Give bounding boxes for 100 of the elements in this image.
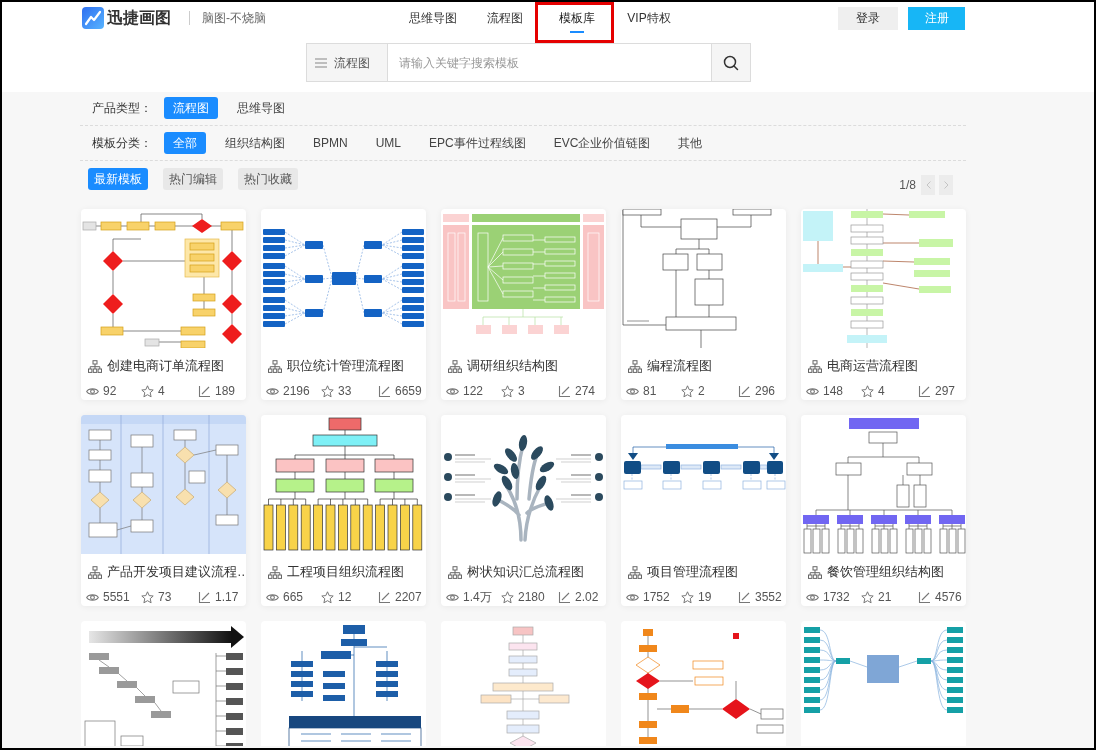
view-count: 1732: [823, 590, 850, 604]
favorite-count: 2180: [518, 590, 545, 604]
nav-tab[interactable]: 模板库: [559, 2, 595, 34]
sitemap-icon: [88, 359, 102, 373]
chevron-left-icon: [925, 181, 931, 189]
use-count: 1.17: [215, 590, 239, 604]
filter-label: 模板分类：: [92, 135, 153, 152]
chevron-right-icon: [943, 181, 949, 189]
filter-chip[interactable]: BPMN: [304, 132, 357, 154]
search-button[interactable]: [711, 43, 751, 82]
trend-icon: [198, 384, 211, 398]
template-card[interactable]: 树状知识汇总流程图 1.4万 2180 2.02: [441, 415, 606, 606]
view-count: 5551: [103, 590, 130, 604]
template-card[interactable]: 编程流程图 81 2 296: [621, 209, 786, 400]
favorite-count: 4: [878, 384, 885, 398]
star-icon: [141, 384, 154, 398]
view-count: 122: [463, 384, 484, 398]
menu-icon: [315, 57, 327, 68]
view-count: 81: [643, 384, 657, 398]
nav-tab[interactable]: VIP特权: [627, 2, 671, 34]
sort-tab[interactable]: 热门收藏: [238, 168, 298, 190]
sitemap-icon: [88, 565, 102, 579]
sitemap-icon: [808, 359, 822, 373]
sitemap-icon: [448, 359, 462, 373]
sitemap-icon: [268, 359, 282, 373]
view-count: 1752: [643, 590, 670, 604]
use-count: 4576: [935, 590, 962, 604]
template-card[interactable]: 项目管理流程图 1752 19 3552: [621, 415, 786, 606]
template-card[interactable]: 工程项目组织流程图 665 12 2207: [261, 415, 426, 606]
sitemap-icon: [808, 565, 822, 579]
use-count: 189: [215, 384, 236, 398]
favorite-count: 21: [878, 590, 892, 604]
template-card[interactable]: 职位统计管理流程图 2196 33 6659: [261, 209, 426, 400]
filter-chip[interactable]: EPC事件过程线图: [420, 132, 535, 154]
flowchart-drawing[interactable]: [81, 625, 246, 746]
trend-icon: [918, 590, 931, 604]
nav-tab[interactable]: 流程图: [487, 2, 523, 34]
use-count: 3552: [755, 590, 782, 604]
sort-tab[interactable]: 热门编辑: [163, 168, 223, 190]
template-title: 电商运营流程图: [827, 357, 918, 375]
filter-chip[interactable]: 其他: [669, 132, 712, 154]
sitemap-icon: [628, 359, 642, 373]
view-count: 148: [823, 384, 844, 398]
template-title: 产品开发项目建议流程…: [107, 563, 246, 581]
favorite-count: 73: [158, 590, 172, 604]
nav-tab[interactable]: 思维导图: [409, 2, 457, 34]
sitemap-icon: [448, 565, 462, 579]
trend-icon: [378, 384, 391, 398]
template-title: 工程项目组织流程图: [287, 563, 404, 581]
star-icon: [861, 384, 874, 398]
use-count: 296: [755, 384, 776, 398]
template-title: 项目管理流程图: [647, 563, 738, 581]
template-card[interactable]: 产品开发项目建议流程… 5551 73 1.17: [81, 415, 246, 606]
template-title: 编程流程图: [647, 357, 712, 375]
trend-icon: [558, 384, 571, 398]
mind-map-drawing[interactable]: [801, 626, 966, 714]
star-icon: [321, 384, 334, 398]
sitemap-icon: [628, 565, 642, 579]
star-icon: [501, 590, 514, 604]
use-count: 274: [575, 384, 596, 398]
trend-icon: [198, 590, 211, 604]
filter-chip[interactable]: EVC企业价值链图: [544, 132, 660, 154]
use-count: 2.02: [575, 590, 599, 604]
template-card[interactable]: 创建电商订单流程图 92 4 189: [81, 209, 246, 400]
favorite-count: 3: [518, 384, 525, 398]
template-card[interactable]: 调研组织结构图 122 3 274: [441, 209, 606, 400]
sitemap-icon: [268, 565, 282, 579]
search-input[interactable]: 请输入关键字搜索模板: [388, 43, 711, 82]
page-indicator: 1/8: [899, 177, 916, 194]
star-icon: [501, 384, 514, 398]
star-icon: [861, 590, 874, 604]
favorite-count: 2: [698, 384, 705, 398]
trend-icon: [378, 590, 391, 604]
use-count: 2207: [395, 590, 422, 604]
star-icon: [321, 590, 334, 604]
use-count: 6659: [395, 384, 422, 398]
trend-icon: [558, 590, 571, 604]
filter-chip[interactable]: 思维导图: [228, 97, 294, 119]
view-count: 1.4万: [463, 590, 492, 604]
trend-icon: [738, 384, 751, 398]
favorite-count: 12: [338, 590, 352, 604]
star-icon: [141, 590, 154, 604]
favorite-count: 4: [158, 384, 165, 398]
filter-chip[interactable]: 组织结构图: [216, 132, 294, 154]
template-title: 餐饮管理组织结构图: [827, 563, 944, 581]
slogan-text: 脑图-不烧脑: [202, 10, 266, 27]
search-icon: [723, 54, 739, 71]
category-dropdown[interactable]: 流程图: [306, 43, 388, 82]
login-button[interactable]: 登录: [838, 6, 898, 30]
template-card[interactable]: 餐饮管理组织结构图 1732 21 4576: [801, 415, 966, 606]
template-title: 创建电商订单流程图: [107, 357, 224, 375]
template-card[interactable]: 电商运营流程图 148 4 297: [801, 209, 966, 400]
trend-icon: [738, 590, 751, 604]
logo[interactable]: 迅捷画图: [82, 7, 171, 29]
logo-icon: [82, 7, 104, 29]
trend-icon: [918, 384, 931, 398]
use-count: 297: [935, 384, 956, 398]
favorite-count: 19: [698, 590, 712, 604]
filter-chip[interactable]: UML: [366, 132, 410, 154]
star-icon: [681, 590, 694, 604]
